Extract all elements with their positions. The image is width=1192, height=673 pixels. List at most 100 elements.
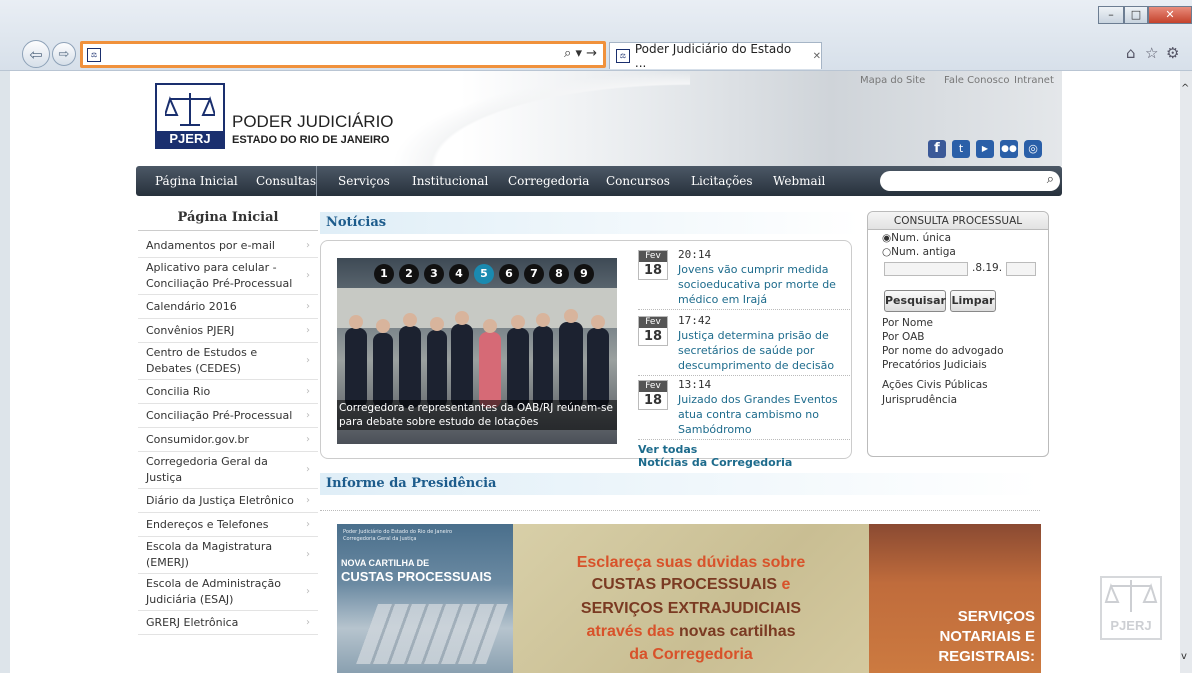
nav-servicos[interactable]: Serviços (338, 166, 390, 196)
news-item[interactable]: Fev 18 13:14 Juizado dos Grandes Eventos at… (638, 378, 850, 440)
site-search-input[interactable]: ⌕ (880, 171, 1060, 191)
instagram-icon[interactable]: ◎ (1024, 140, 1042, 158)
limpar-button[interactable]: Limpar (950, 290, 996, 312)
news-heading: Notícias (320, 212, 860, 234)
twitter-icon[interactable]: t (952, 140, 970, 158)
scroll-down-icon[interactable]: v (1181, 651, 1187, 662)
slide-dot-button[interactable]: 9 (574, 264, 594, 284)
news-headline[interactable]: Justiça determina prisão de secretários … (678, 328, 848, 373)
slide-dot-button[interactable]: 7 (524, 264, 544, 284)
home-icon[interactable]: ⌂ (1126, 44, 1136, 62)
slide-dot-button[interactable]: 5 (474, 264, 494, 284)
process-number-suffix-field[interactable] (1006, 262, 1036, 276)
news-caption[interactable]: Corregedora e representantes da OAB/RJ r… (337, 400, 617, 430)
radio-num-unica[interactable]: ◉Num. única (882, 232, 951, 244)
watermark-scales-icon (1104, 580, 1158, 612)
minimize-button[interactable]: – (1098, 6, 1124, 24)
sidebar-item[interactable]: Conciliação Pré-Processual › (138, 404, 318, 428)
radio-num-antiga[interactable]: ○Num. antiga (882, 246, 956, 258)
consulta-title: CONSULTA PROCESSUAL (868, 212, 1048, 230)
banner-line4b: novas cartilhas (679, 623, 796, 640)
browser-tab[interactable]: ⚖ Poder Judiciário do Estado ... ✕ (609, 42, 822, 70)
pesquisar-button[interactable]: Pesquisar (884, 290, 946, 312)
slide-dot-button[interactable]: 3 (424, 264, 444, 284)
slide-dot-button[interactable]: 2 (399, 264, 419, 284)
link-intranet[interactable]: Intranet (1014, 75, 1054, 86)
sidebar-item[interactable]: Escola de Administração Judiciária (ESAJ… (138, 574, 318, 611)
slide-dot-button[interactable]: 8 (549, 264, 569, 284)
tab-close-icon[interactable]: ✕ (813, 51, 821, 62)
slide-dot-button[interactable]: 6 (499, 264, 519, 284)
youtube-icon[interactable]: ▶ (976, 140, 994, 158)
watermark-text: PJERJ (1110, 618, 1152, 633)
sidebar-item[interactable]: Corregedoria Geral da Justiça › (138, 452, 318, 489)
banner-org-sub-text: Corregedoria Geral da Justiça (343, 536, 417, 542)
close-window-button[interactable]: ✕ (1148, 6, 1192, 24)
nav-webmail[interactable]: Webmail (773, 166, 825, 196)
nav-pagina-inicial[interactable]: Página Inicial (155, 166, 238, 196)
slide-dot-button[interactable]: 1 (374, 264, 394, 284)
nav-corregedoria[interactable]: Corregedoria (508, 166, 589, 196)
pjerj-logo[interactable]: PJERJ (155, 83, 225, 149)
sidebar-item-label: Andamentos por e-mail (146, 238, 275, 252)
news-photo[interactable]: Corregedora e representantes da OAB/RJ r… (337, 258, 617, 444)
custas-banner[interactable]: Poder Judiciário do Estado do Rio de Jan… (337, 524, 1041, 673)
see-all-link[interactable]: Ver todas (638, 443, 697, 456)
nav-consultas[interactable]: Consultas (256, 166, 316, 196)
nav-institucional[interactable]: Institucional (412, 166, 488, 196)
news-item[interactable]: Fev 18 20:14 Jovens vão cumprir medida soci… (638, 248, 850, 310)
link-jurisprudencia[interactable]: Jurisprudência (882, 394, 957, 406)
news-day: 18 (643, 263, 663, 278)
news-headline[interactable]: Jovens vão cumprir medida socioeducativa… (678, 262, 848, 307)
flickr-icon[interactable]: ●● (1000, 140, 1018, 158)
link-mapa-do-site[interactable]: Mapa do Site (860, 75, 925, 86)
corregedoria-news-link[interactable]: Notícias da Corregedoria (638, 456, 792, 469)
sidebar-item[interactable]: Aplicativo para celular - Conciliação Pr… (138, 258, 318, 295)
address-search-icon[interactable]: ⌕ ▾ → (564, 46, 597, 61)
news-item[interactable]: Fev 18 17:42 Justiça determina prisão de se… (638, 314, 850, 376)
gear-icon[interactable]: ⚙ (1166, 44, 1179, 62)
banner-left-line2: CUSTAS PROCESSUAIS (341, 569, 492, 584)
sidebar-item[interactable]: Consumidor.gov.br › (138, 428, 318, 452)
link-por-nome[interactable]: Por Nome (882, 317, 933, 329)
sidebar-item[interactable]: Convênios PJERJ › (138, 319, 318, 343)
sidebar-item[interactable]: Concilia Rio › (138, 380, 318, 404)
banner-right-panel: SERVIÇOS NOTARIAIS E REGISTRAIS: (869, 524, 1041, 673)
search-icon[interactable]: ⌕ (1047, 172, 1054, 187)
news-day: 18 (643, 393, 663, 408)
nav-concursos[interactable]: Concursos (606, 166, 670, 196)
sidebar-item[interactable]: Calendário 2016 › (138, 295, 318, 319)
banner-line3: SERVIÇOS EXTRAJUDICIAIS (580, 600, 802, 617)
sidebar-item[interactable]: Centro de Estudos e Debates (CEDES) › (138, 343, 318, 380)
link-fale-conosco[interactable]: Fale Conosco (944, 75, 1009, 86)
chevron-right-icon: › (306, 433, 310, 445)
scroll-up-icon[interactable]: ^ (1181, 83, 1189, 94)
back-button[interactable]: ⇦ (22, 40, 50, 68)
sidebar-item[interactable]: Diário da Justiça Eletrônico › (138, 489, 318, 513)
page-scrollbar[interactable]: ^ v (1180, 71, 1192, 673)
link-por-nome-advogado[interactable]: Por nome do advogado (882, 345, 1004, 357)
link-precatorios[interactable]: Precatórios Judiciais (882, 359, 987, 371)
chevron-right-icon: › (306, 409, 310, 421)
forward-button[interactable]: ⇨ (52, 42, 76, 66)
star-icon[interactable]: ☆ (1145, 44, 1158, 62)
process-number-field[interactable] (884, 262, 968, 276)
address-bar[interactable]: ⚖ ⌕ ▾ → (80, 41, 606, 68)
banner-line5: da Corregedoria (629, 646, 753, 663)
link-por-oab[interactable]: Por OAB (882, 331, 925, 343)
nav-licitacoes[interactable]: Licitações (691, 166, 753, 196)
sidebar-item[interactable]: Endereços e Telefones › (138, 513, 318, 537)
link-acoes-civis[interactable]: Ações Civis Públicas (882, 379, 988, 391)
banner-line2b: e (777, 576, 791, 593)
news-time: 13:14 (678, 378, 712, 391)
news-day: 18 (643, 329, 663, 344)
news-date: Fev 18 (638, 316, 668, 346)
sidebar-item[interactable]: Escola da Magistratura (EMERJ) › (138, 537, 318, 574)
chevron-right-icon: › (306, 518, 310, 530)
sidebar-item[interactable]: GRERJ Eletrônica › (138, 611, 318, 635)
slide-dot-button[interactable]: 4 (449, 264, 469, 284)
facebook-icon[interactable]: f (928, 140, 946, 158)
sidebar-item[interactable]: Andamentos por e-mail › (138, 234, 318, 258)
maximize-button[interactable]: □ (1124, 6, 1148, 24)
news-headline[interactable]: Juizado dos Grandes Eventos atua contra … (678, 392, 848, 437)
